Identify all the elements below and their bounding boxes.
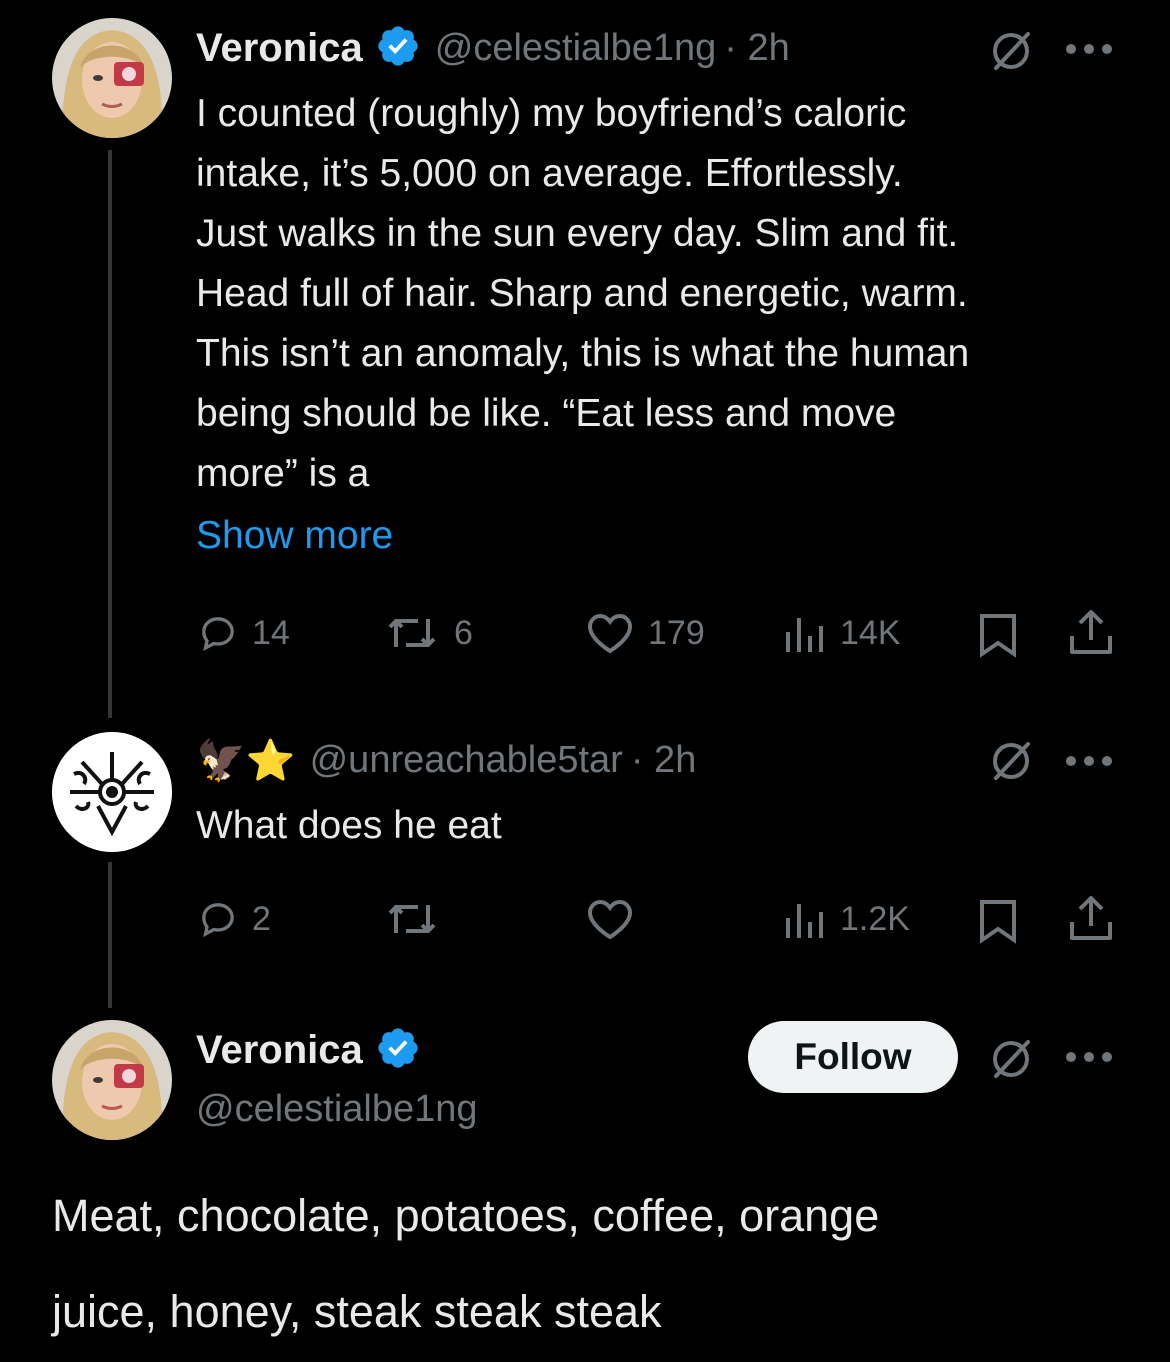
grok-icon[interactable] — [988, 28, 1034, 79]
bookmark-icon[interactable] — [978, 612, 1018, 663]
handle[interactable]: @celestialbe1ng — [435, 27, 717, 70]
handle[interactable]: @celestialbe1ng — [196, 1084, 478, 1134]
timestamp[interactable]: · 2h — [724, 27, 789, 70]
display-name-emoji[interactable]: 🦅⭐ — [196, 737, 296, 784]
handle[interactable]: @unreachable5tar — [310, 739, 623, 782]
bookmark-icon[interactable] — [978, 898, 1018, 949]
verified-badge-icon — [375, 23, 421, 74]
tweet-text-line: more” is a — [196, 452, 370, 495]
tweet-text: Meat, chocolate, potatoes, coffee, orang… — [52, 1168, 1142, 1360]
repost-button[interactable]: 6 — [384, 608, 473, 658]
tweet-header: Veronica @celestialbe1ng · 2h — [196, 20, 790, 76]
verified-badge-icon — [375, 1025, 421, 1076]
repost-count: 6 — [454, 613, 473, 652]
reply-button[interactable]: 14 — [198, 608, 290, 658]
tweet-text-line: This isn’t an anomaly, this is what the … — [196, 332, 970, 375]
reply-icon — [202, 617, 234, 652]
share-icon[interactable] — [1068, 894, 1114, 947]
reply-count: 2 — [252, 899, 271, 938]
tweet-header: 🦅⭐ @unreachable5tar · 2h — [196, 732, 696, 788]
reply-button[interactable]: 2 — [198, 894, 271, 944]
view-count: 14K — [840, 613, 901, 652]
repost-button[interactable] — [384, 894, 454, 944]
avatar[interactable] — [52, 732, 172, 852]
analytics-icon — [786, 618, 823, 652]
reply-count: 14 — [252, 613, 290, 652]
views-button[interactable]: 1.2K — [784, 894, 910, 944]
display-name[interactable]: Veronica — [196, 1028, 363, 1073]
reply-icon — [202, 903, 234, 938]
more-options-icon[interactable] — [1064, 754, 1114, 773]
like-button[interactable] — [586, 894, 648, 944]
show-more-link[interactable]: Show more — [196, 508, 393, 564]
display-name[interactable]: Veronica — [196, 26, 363, 71]
thread-line — [108, 150, 112, 718]
more-options-icon[interactable] — [1064, 42, 1114, 61]
tweet-text-line: intake, it’s 5,000 on average. Effortles… — [196, 152, 903, 195]
thread-line — [108, 862, 112, 1008]
view-count: 1.2K — [840, 899, 910, 938]
repost-icon — [388, 905, 436, 933]
tweet-text-line: Head full of hair. Sharp and energetic, … — [196, 272, 968, 315]
views-button[interactable]: 14K — [784, 608, 901, 658]
tweet-text-line: I counted (roughly) my boyfriend’s calor… — [196, 92, 907, 135]
follow-button[interactable]: Follow — [748, 1021, 958, 1093]
author-name-row: Veronica — [196, 1022, 421, 1078]
like-count: 179 — [648, 613, 705, 652]
repost-icon — [388, 619, 436, 647]
tweet-text: I counted (roughly) my boyfriend’s calor… — [196, 84, 1146, 504]
tweet-text: What does he eat — [196, 804, 502, 847]
avatar[interactable] — [52, 1020, 172, 1140]
timestamp[interactable]: · 2h — [631, 739, 696, 782]
grok-icon[interactable] — [988, 738, 1034, 789]
heart-icon — [587, 899, 633, 940]
analytics-icon — [786, 904, 823, 938]
tweet-text-line: Just walks in the sun every day. Slim an… — [196, 212, 959, 255]
tweet-text-line: being should be like. “Eat less and move — [196, 392, 897, 435]
share-icon[interactable] — [1068, 608, 1114, 661]
heart-icon — [587, 613, 633, 654]
grok-icon[interactable] — [988, 1036, 1034, 1087]
tweet-text-line: Meat, chocolate, potatoes, coffee, orang… — [52, 1190, 880, 1241]
tweet-text-line: juice, honey, steak steak steak — [52, 1286, 662, 1337]
like-button[interactable]: 179 — [586, 608, 705, 658]
more-options-icon[interactable] — [1064, 1050, 1114, 1069]
avatar[interactable] — [52, 18, 172, 138]
